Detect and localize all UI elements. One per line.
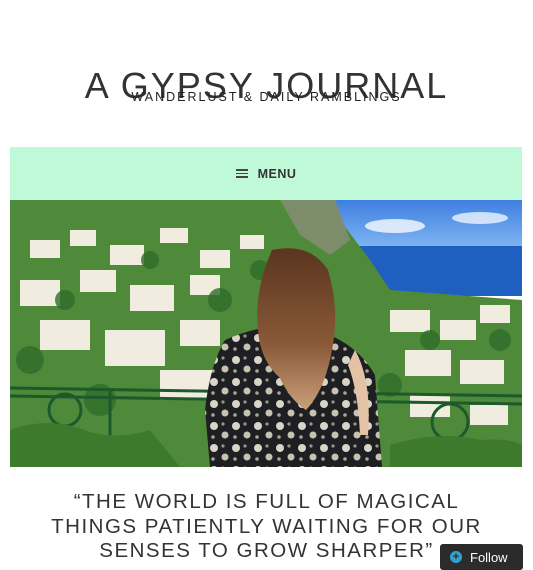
hamburger-icon[interactable]	[235, 168, 248, 179]
quote-text: “THE WORLD IS FULL OF MAGICAL THINGS PAT…	[51, 490, 482, 562]
menu-label[interactable]: MENU	[258, 167, 297, 181]
site-tagline: WANDERLUST & DAILY RAMBLINGS	[131, 90, 402, 104]
follow-label: Follow	[470, 549, 508, 565]
menu-bar[interactable]: MENU	[10, 147, 522, 200]
follow-button[interactable]: + Follow	[440, 544, 523, 570]
hero-photo	[10, 200, 522, 467]
hero-image	[10, 200, 522, 467]
plus-circle-icon: +	[450, 551, 462, 563]
